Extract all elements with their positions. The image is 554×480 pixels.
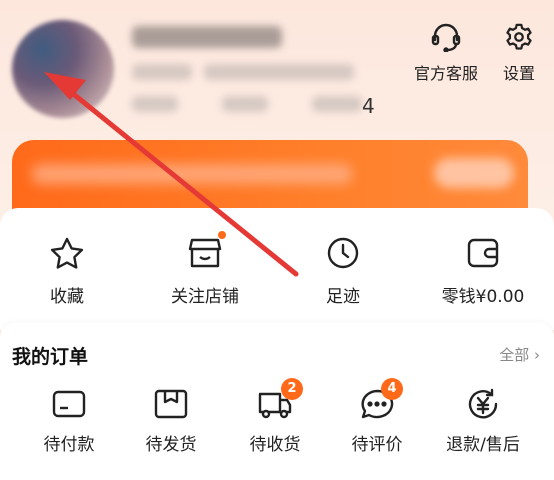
pending-review-button[interactable]: 4 待评价 — [322, 378, 432, 455]
orders-card: 我的订单 全部 › 待付款 待发货 2 待收货 4 待评价 退款/售后 — [0, 322, 554, 480]
pending-payment-button[interactable]: 待付款 — [14, 388, 124, 455]
wallet-icon — [467, 238, 499, 268]
favorites-button[interactable]: 收藏 — [2, 236, 132, 307]
wallet-label: 零钱¥0.00 — [441, 287, 525, 307]
view-all-label: 全部 — [499, 346, 530, 364]
star-icon — [50, 237, 84, 269]
gear-icon — [506, 23, 532, 50]
pending-payment-label: 待付款 — [43, 435, 95, 455]
followed-stores-button[interactable]: 关注店铺 — [140, 230, 270, 307]
customer-service-button[interactable]: 官方客服 — [408, 22, 484, 84]
new-activity-dot — [217, 230, 227, 240]
favorites-label: 收藏 — [50, 287, 84, 307]
refund-icon — [468, 388, 498, 419]
headset-icon — [431, 23, 461, 52]
wallet-button[interactable]: 零钱¥0.00 — [418, 236, 548, 307]
orders-title: 我的订单 — [12, 346, 89, 368]
box-icon — [154, 389, 188, 419]
pending-receipt-badge: 2 — [281, 378, 303, 400]
clock-icon — [327, 237, 359, 269]
history-label: 足迹 — [326, 287, 360, 307]
card-icon — [52, 390, 86, 418]
pending-shipment-label: 待发货 — [145, 435, 197, 455]
store-icon — [188, 238, 222, 268]
membership-banner[interactable] — [12, 140, 528, 210]
chevron-right-icon: › — [534, 346, 540, 364]
customer-service-label: 官方客服 — [413, 64, 478, 83]
followed-stores-label: 关注店铺 — [171, 287, 239, 307]
quick-links-row: 收藏 关注店铺 足迹 零钱¥0.00 — [0, 208, 554, 330]
settings-button[interactable]: 设置 — [496, 22, 542, 84]
stat-trailing-digit: 4 — [362, 94, 375, 118]
pending-receipt-button[interactable]: 2 待收货 — [220, 378, 330, 455]
pending-review-badge: 4 — [381, 378, 403, 400]
history-button[interactable]: 足迹 — [278, 236, 408, 307]
pending-review-label: 待评价 — [351, 435, 403, 455]
avatar[interactable] — [12, 20, 114, 118]
pending-receipt-label: 待收货 — [249, 435, 301, 455]
refund-aftersales-label: 退款/售后 — [446, 435, 520, 455]
settings-label: 设置 — [502, 64, 535, 83]
view-all-orders-link[interactable]: 全部 › — [499, 344, 540, 365]
refund-aftersales-button[interactable]: 退款/售后 — [428, 388, 538, 455]
pending-shipment-button[interactable]: 待发货 — [116, 388, 226, 455]
